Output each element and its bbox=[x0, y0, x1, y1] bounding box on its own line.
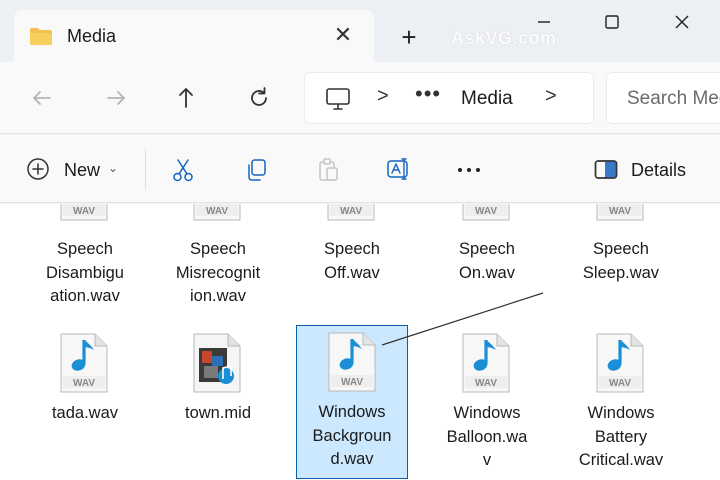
file-name-line: Windows bbox=[453, 404, 521, 422]
file-name-line: Misrecognit bbox=[175, 263, 261, 282]
more-options-icon[interactable] bbox=[456, 157, 482, 183]
file-name-line: Windows bbox=[318, 403, 386, 421]
file-item[interactable]: WAV tada.wav bbox=[29, 326, 141, 480]
close-tab-icon[interactable]: ✕ bbox=[330, 22, 356, 48]
svg-text:WAV: WAV bbox=[475, 378, 497, 389]
midi-file-icon bbox=[193, 333, 241, 393]
file-name-line: Speech bbox=[459, 240, 515, 258]
file-name-label: Windows Balloon.wa v bbox=[431, 402, 543, 473]
file-name-line: Speech bbox=[324, 240, 380, 258]
cut-icon[interactable] bbox=[170, 157, 196, 183]
file-item[interactable]: WAV Windows Battery Critical.wav bbox=[565, 326, 677, 480]
wav-file-icon: WAV bbox=[60, 333, 108, 393]
file-name-label: Speech Misrecognit ion.wav bbox=[162, 238, 274, 309]
navigation-bar: > ••• Media > Search Media bbox=[0, 62, 720, 134]
file-name-line: Windows bbox=[587, 404, 655, 422]
breadcrumb-media[interactable]: Media bbox=[461, 88, 513, 110]
folder-icon bbox=[30, 28, 52, 45]
search-box[interactable]: Search Media bbox=[606, 72, 720, 124]
wav-file-icon: WAV bbox=[462, 333, 510, 393]
file-name-line: On.wav bbox=[459, 263, 515, 282]
file-name-label: Windows Backgroun d.wav bbox=[297, 401, 407, 472]
file-name-label: Speech Sleep.wav bbox=[565, 238, 677, 285]
svg-text:WAV: WAV bbox=[609, 206, 631, 217]
file-name-line: tada.wav bbox=[51, 404, 119, 422]
this-pc-icon[interactable] bbox=[325, 87, 351, 111]
plus-circle-icon bbox=[27, 158, 49, 180]
wav-file-icon: WAV bbox=[596, 204, 644, 221]
svg-text:WAV: WAV bbox=[73, 206, 95, 217]
wav-file-icon: WAV bbox=[193, 204, 241, 221]
file-name-label: tada.wav bbox=[29, 402, 141, 426]
details-label: Details bbox=[631, 160, 687, 180]
forward-arrow-icon[interactable] bbox=[102, 84, 130, 112]
file-name-label: Speech On.wav bbox=[431, 238, 543, 285]
file-name-line: ion.wav bbox=[190, 287, 246, 305]
file-item[interactable]: WAV Windows Balloon.wa v bbox=[431, 326, 543, 480]
new-tab-button[interactable]: + bbox=[396, 24, 422, 50]
svg-text:WAV: WAV bbox=[206, 206, 228, 217]
wav-file-icon: WAV bbox=[328, 332, 376, 392]
file-name-line: Speech bbox=[57, 240, 113, 258]
title-bar: Media ✕ + AskVG.com bbox=[0, 0, 720, 62]
file-name-line: town.mid bbox=[184, 404, 252, 422]
svg-text:WAV: WAV bbox=[340, 206, 362, 217]
file-name-line: Speech bbox=[190, 240, 246, 258]
search-input[interactable]: Search Media bbox=[627, 88, 720, 110]
file-name-label: Speech Disambigu ation.wav bbox=[29, 238, 141, 309]
svg-text:WAV: WAV bbox=[73, 378, 95, 389]
file-name-line: ation.wav bbox=[50, 287, 120, 305]
breadcrumb-separator[interactable]: > bbox=[545, 85, 557, 108]
address-bar[interactable]: > ••• Media > bbox=[304, 72, 594, 124]
paste-icon[interactable] bbox=[315, 157, 341, 183]
minimize-icon[interactable] bbox=[524, 6, 564, 36]
file-name-line: Critical.wav bbox=[578, 451, 664, 469]
file-name-line: Sleep.wav bbox=[582, 263, 660, 282]
file-item[interactable]: WAV Windows Backgroun d.wav bbox=[296, 325, 408, 479]
svg-text:WAV: WAV bbox=[475, 206, 497, 217]
wav-file-icon: WAV bbox=[596, 333, 644, 393]
file-name-label: town.mid bbox=[162, 402, 274, 426]
file-name-line: d.wav bbox=[330, 450, 374, 468]
chevron-down-icon: ⌄ bbox=[108, 161, 119, 175]
svg-text:WAV: WAV bbox=[341, 377, 363, 388]
wav-file-icon: WAV bbox=[60, 204, 108, 221]
file-name-label: Speech Off.wav bbox=[296, 238, 408, 285]
file-name-line: Off.wav bbox=[324, 263, 380, 282]
divider bbox=[145, 149, 146, 189]
file-name-line: Backgroun bbox=[312, 426, 392, 445]
rename-icon[interactable] bbox=[386, 157, 412, 183]
file-name-line: Disambigu bbox=[46, 263, 124, 282]
tab-title: Media bbox=[67, 26, 117, 46]
maximize-icon[interactable] bbox=[592, 6, 632, 36]
file-name-line: v bbox=[482, 451, 492, 469]
close-window-icon[interactable] bbox=[662, 6, 702, 36]
up-arrow-icon[interactable] bbox=[172, 84, 200, 112]
file-item[interactable]: town.mid bbox=[162, 326, 274, 480]
command-bar: New ⌄ Details bbox=[0, 135, 720, 203]
tab-media[interactable]: Media ✕ bbox=[14, 10, 374, 62]
copy-icon[interactable] bbox=[243, 157, 269, 183]
back-arrow-icon[interactable] bbox=[28, 84, 56, 112]
breadcrumb-separator[interactable]: > bbox=[377, 85, 389, 108]
file-grid: WAV Speech Disambigu ation.wav WAV Speech M… bbox=[0, 204, 720, 480]
new-label: New bbox=[64, 160, 101, 180]
refresh-icon[interactable] bbox=[245, 84, 273, 112]
file-name-label: Windows Battery Critical.wav bbox=[565, 402, 677, 473]
file-name-line: Battery bbox=[594, 427, 648, 446]
wav-file-icon: WAV bbox=[327, 204, 375, 221]
file-name-line: Balloon.wa bbox=[446, 427, 528, 446]
breadcrumb-overflow[interactable]: ••• bbox=[415, 81, 441, 107]
details-pane-icon bbox=[594, 160, 618, 179]
wav-file-icon: WAV bbox=[462, 204, 510, 221]
svg-text:WAV: WAV bbox=[609, 378, 631, 389]
file-name-line: Speech bbox=[593, 240, 649, 258]
